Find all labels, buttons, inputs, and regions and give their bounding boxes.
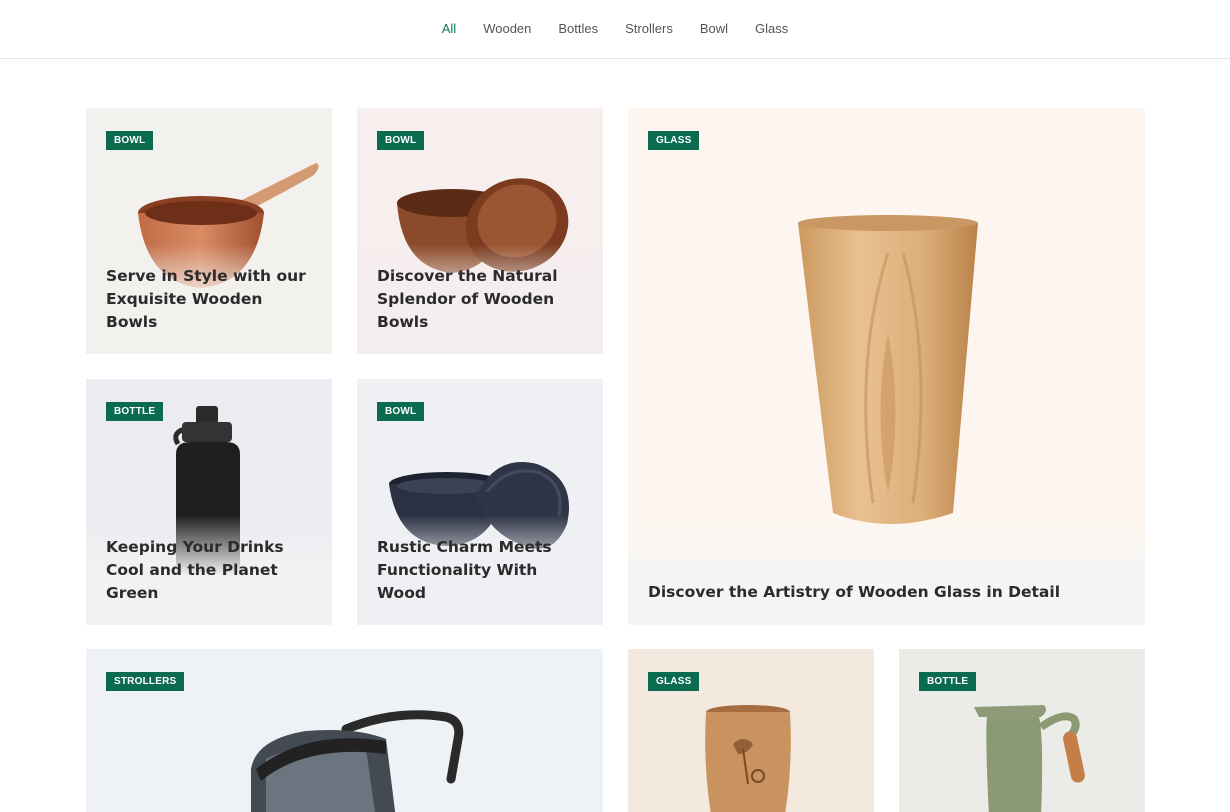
category-badge[interactable]: BOWL bbox=[377, 131, 425, 150]
filter-wooden[interactable]: Wooden bbox=[470, 21, 545, 37]
category-badge[interactable]: BOWL bbox=[106, 131, 154, 150]
product-card-dark-bowls[interactable]: BOWL Rustic Charm Meets Functionality Wi… bbox=[357, 379, 603, 625]
product-card-carved-glass[interactable]: GLASS bbox=[628, 649, 874, 812]
stroller-image bbox=[251, 710, 464, 812]
category-badge[interactable]: BOTTLE bbox=[919, 672, 977, 691]
product-card-green-jug[interactable]: BOTTLE bbox=[899, 649, 1145, 812]
filter-bottles[interactable]: Bottles bbox=[545, 21, 612, 37]
product-card-wooden-glass-large[interactable]: GLASS Discover the Artistry of Wooden Gl… bbox=[628, 108, 1145, 625]
category-badge[interactable]: BOTTLE bbox=[106, 402, 164, 421]
card-title[interactable]: Serve in Style with our Exquisite Wooden… bbox=[106, 265, 310, 334]
filter-glass[interactable]: Glass bbox=[742, 21, 802, 37]
wooden-glass-image bbox=[798, 215, 978, 524]
top-filter-bar: All Wooden Bottles Strollers Bowl Glass bbox=[0, 0, 1230, 59]
filter-all[interactable]: All bbox=[428, 21, 469, 37]
product-card-black-bottle[interactable]: BOTTLE Keeping Your Drinks Cool and the … bbox=[86, 379, 332, 625]
category-badge[interactable]: BOWL bbox=[377, 402, 425, 421]
category-badge[interactable]: GLASS bbox=[648, 672, 700, 691]
product-card-two-wooden-bowls[interactable]: BOWL Discover the Natural Splendor of Wo… bbox=[357, 108, 603, 354]
card-title[interactable]: Discover the Artistry of Wooden Glass in… bbox=[648, 581, 1123, 604]
category-filters: All Wooden Bottles Strollers Bowl Glass bbox=[0, 21, 1230, 37]
card-title[interactable]: Discover the Natural Splendor of Wooden … bbox=[377, 265, 581, 334]
product-card-wooden-bowl-spoon[interactable]: BOWL Serve in Style with our Exquisite W… bbox=[86, 108, 332, 354]
card-title[interactable]: Rustic Charm Meets Functionality With Wo… bbox=[377, 536, 581, 605]
category-badge[interactable]: STROLLERS bbox=[106, 672, 185, 691]
filter-strollers[interactable]: Strollers bbox=[612, 21, 687, 37]
card-title[interactable]: Keeping Your Drinks Cool and the Planet … bbox=[106, 536, 310, 605]
filter-bowl[interactable]: Bowl bbox=[686, 21, 741, 37]
green-thermos-jug-image bbox=[974, 705, 1085, 812]
category-badge[interactable]: GLASS bbox=[648, 131, 700, 150]
card-fade bbox=[628, 525, 1145, 625]
carved-wooden-cup-image bbox=[705, 705, 791, 812]
product-card-stroller[interactable]: STROLLERS bbox=[86, 649, 603, 812]
